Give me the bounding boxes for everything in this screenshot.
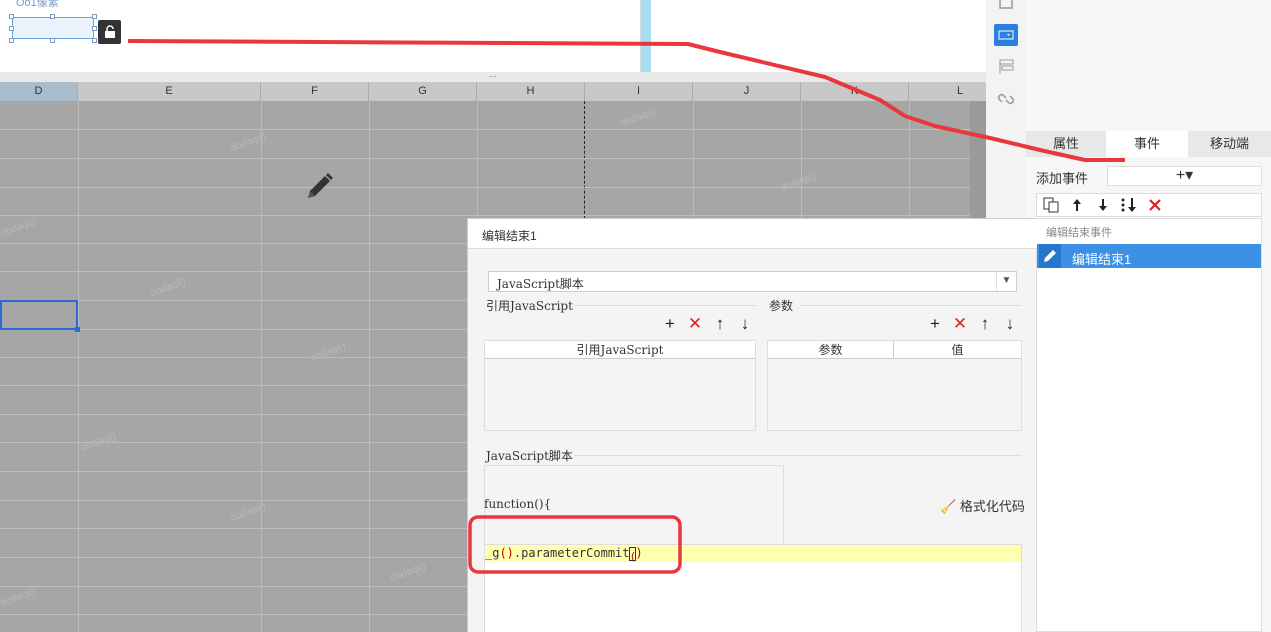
watermark: dodaqi() xyxy=(389,561,428,584)
code-paren: () xyxy=(499,546,514,560)
down-icon[interactable]: ↓ xyxy=(736,315,754,333)
event-group-label: 编辑结束事件 xyxy=(1046,227,1112,239)
add-event-row: 添加事件 +▾ xyxy=(1034,166,1264,186)
event-list: 编辑结束事件 编辑结束1 xyxy=(1036,218,1262,632)
column-header-k[interactable]: K xyxy=(801,82,909,101)
selected-widget[interactable] xyxy=(12,17,94,39)
script-label: JavaScript脚本 xyxy=(486,449,573,463)
column-header-g[interactable]: G xyxy=(369,82,477,101)
canvas-scrollbar[interactable] xyxy=(641,0,651,72)
column-header-f[interactable]: F xyxy=(261,82,369,101)
tab-mobile[interactable]: 移动端 xyxy=(1188,131,1271,157)
fill-handle[interactable] xyxy=(75,327,80,332)
watermark: dodaqi() xyxy=(0,586,38,609)
add-event-label: 添加事件 xyxy=(1036,171,1089,186)
resize-handle-b[interactable] xyxy=(50,38,55,43)
chevron-down-icon[interactable]: ▼ xyxy=(996,272,1016,291)
cursor: ( xyxy=(628,546,636,562)
column-header-e[interactable]: E xyxy=(78,82,261,101)
link-icon[interactable] xyxy=(994,88,1018,110)
add-icon[interactable]: + xyxy=(661,315,679,333)
layout-icon[interactable] xyxy=(994,56,1018,78)
value-column: 值 xyxy=(894,341,1021,359)
move-up-icon[interactable] xyxy=(1067,196,1087,216)
column-header-j[interactable]: J xyxy=(693,82,801,101)
param-down-icon[interactable]: ↓ xyxy=(1001,315,1019,333)
move-bottom-icon[interactable] xyxy=(1119,196,1139,216)
watermark: dodaqi() xyxy=(619,106,658,129)
watermark: dodaqi() xyxy=(149,276,188,299)
copy-icon[interactable] xyxy=(1041,196,1061,216)
param-up-icon[interactable]: ↑ xyxy=(976,315,994,333)
column-header-i[interactable]: I xyxy=(585,82,693,101)
params-table[interactable]: 参数 值 xyxy=(767,340,1022,431)
event-item[interactable]: 编辑结束1 xyxy=(1037,244,1261,268)
params-label: 参数 xyxy=(769,299,794,313)
resize-handle-r[interactable] xyxy=(92,26,97,31)
panel-tabs: 属性 事件 移动端 xyxy=(1026,131,1271,157)
widget-size-label: Oo1像素 xyxy=(16,0,59,9)
canvas-blank-area xyxy=(651,0,986,72)
add-event-button[interactable]: +▾ xyxy=(1107,166,1262,186)
edit-icon xyxy=(1039,244,1061,268)
resize-handle-br[interactable] xyxy=(92,38,97,43)
resize-handle-tr[interactable] xyxy=(92,14,97,19)
remove-param-icon[interactable]: ✕ xyxy=(951,315,969,333)
dialog-title: 编辑结束1 xyxy=(482,229,537,243)
selected-cell[interactable] xyxy=(0,300,78,330)
design-canvas[interactable]: Oo1像素 xyxy=(0,0,641,72)
event-toolbar xyxy=(1036,193,1262,217)
up-icon[interactable]: ↑ xyxy=(711,315,729,333)
event-type-select[interactable]: JavaScript脚本 ▼ xyxy=(488,271,1017,292)
resize-handle-l[interactable] xyxy=(9,26,14,31)
event-item-label: 编辑结束1 xyxy=(1072,252,1132,267)
resize-handle-tl[interactable] xyxy=(9,14,14,19)
ref-js-table[interactable]: 引用JavaScript xyxy=(484,340,756,431)
properties-panel: 属性 事件 移动端 添加事件 +▾ 编辑结束事件 编辑结束1 xyxy=(1026,0,1271,632)
delete-icon[interactable] xyxy=(1145,196,1165,216)
watermark: dodaqi() xyxy=(779,171,818,194)
move-down-icon[interactable] xyxy=(1093,196,1113,216)
unlock-icon[interactable] xyxy=(98,20,121,44)
column-header-d[interactable]: D xyxy=(0,82,78,101)
format-code-button[interactable]: 🧹 格式化代码 xyxy=(940,496,1025,515)
watermark: dodaqi() xyxy=(309,341,348,364)
dropdown-widget-icon[interactable] xyxy=(994,24,1018,46)
code-close-paren: ) xyxy=(635,546,643,560)
function-line: function(){ xyxy=(484,497,552,511)
dialog-title-bar: 编辑结束1 xyxy=(468,219,1037,249)
format-code-label: 格式化代码 xyxy=(959,499,1025,514)
watermark: dodaqi() xyxy=(0,216,38,239)
code-method: .parameterCommit xyxy=(513,546,630,560)
code-prefix: _g xyxy=(485,546,500,560)
column-header-l[interactable]: L xyxy=(909,82,986,101)
watermark: dodaqi() xyxy=(79,431,118,454)
ref-js-column: 引用JavaScript xyxy=(485,341,755,359)
remove-icon[interactable]: ✕ xyxy=(686,315,704,333)
event-type-value: JavaScript脚本 xyxy=(497,277,584,291)
tab-properties[interactable]: 属性 xyxy=(1026,131,1106,157)
code-line[interactable]: _g().parameterCommit() xyxy=(485,545,1021,562)
resize-handle-bl[interactable] xyxy=(9,38,14,43)
brush-icon: 🧹 xyxy=(940,499,957,514)
tab-events[interactable]: 事件 xyxy=(1106,131,1188,157)
column-headers: D E F G H I J K L xyxy=(0,82,986,101)
params-column: 参数 xyxy=(768,341,894,359)
resize-handle-t[interactable] xyxy=(50,14,55,19)
event-dialog: 编辑结束1 JavaScript脚本 ▼ 引用JavaScript 参数 + ✕… xyxy=(467,218,1037,632)
split-handle[interactable]: ... xyxy=(0,70,986,82)
widget-icon[interactable] xyxy=(994,0,1018,14)
pencil-icon xyxy=(308,173,333,198)
ref-js-label: 引用JavaScript xyxy=(486,299,573,313)
add-param-icon[interactable]: + xyxy=(926,315,944,333)
column-header-h[interactable]: H xyxy=(477,82,585,101)
code-editor[interactable]: _g().parameterCommit() xyxy=(484,544,1022,632)
